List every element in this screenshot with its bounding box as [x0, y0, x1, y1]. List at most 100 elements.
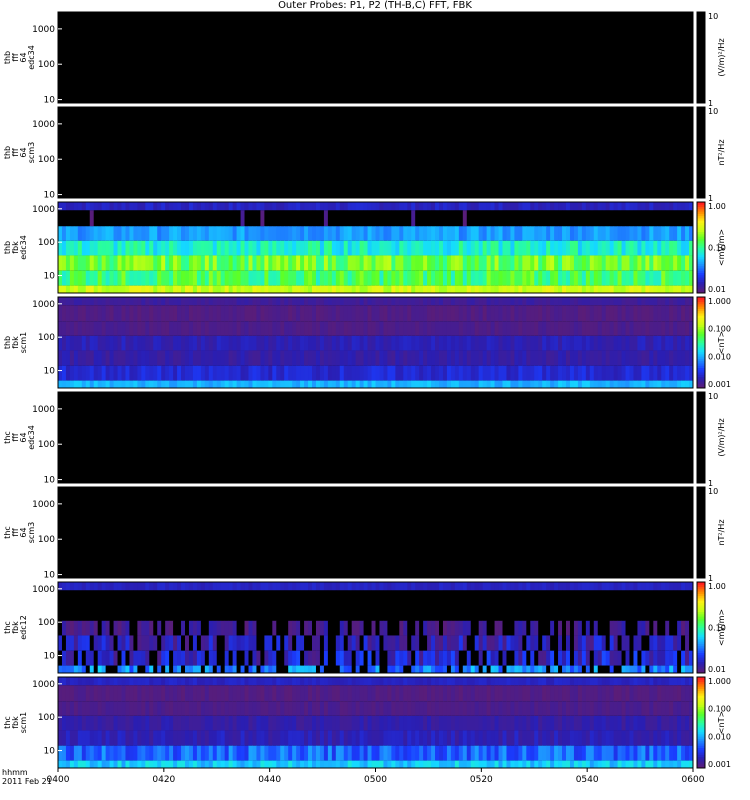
spectrogram-cell [637, 760, 642, 768]
spectrogram-cell [601, 701, 607, 716]
spectrogram-cell [331, 321, 337, 336]
spectrogram-cell [585, 210, 591, 227]
spectrogram-cell [427, 730, 432, 746]
spectrogram-cell [637, 701, 642, 716]
spectrogram-cell [478, 210, 484, 227]
spectrogram-cell [113, 730, 118, 746]
spectrogram-cell [121, 606, 126, 621]
spectrogram-cell [605, 380, 611, 388]
spectrogram-cell [296, 606, 301, 621]
spectrogram-cell [141, 210, 146, 227]
spectrogram-cell [343, 226, 349, 241]
spectrogram-cell [113, 590, 118, 607]
spectrogram-cell [133, 760, 138, 768]
spectrogram-cell [518, 677, 523, 686]
spectrogram-cell [637, 321, 642, 336]
spectrogram-cell [399, 380, 404, 388]
spectrogram-cell [177, 335, 182, 351]
spectrogram-cell [538, 620, 543, 636]
spectrogram-cell [272, 635, 277, 651]
spectrogram-cell [554, 285, 559, 293]
spectrogram-cell [244, 582, 249, 591]
spectrogram-cell [542, 715, 547, 731]
spectrogram-cell [490, 715, 495, 731]
spectrogram-cell [470, 380, 476, 388]
spectrogram-cell [530, 677, 535, 686]
spectrogram-cell [272, 701, 277, 716]
spectrogram-cell [685, 745, 690, 761]
spectrogram-cell [395, 226, 400, 241]
spectrogram-cell [268, 590, 273, 607]
spectrogram-cell [423, 226, 428, 241]
spectrogram-cell [355, 590, 361, 607]
spectrogram-cell [498, 620, 503, 636]
spectrogram-cell [188, 620, 194, 636]
spectrogram-cell [673, 760, 678, 768]
spectrogram-cell [232, 635, 237, 651]
spectrogram-cell [335, 701, 341, 716]
spectrogram-cell [188, 685, 194, 702]
spectrogram-cell [363, 685, 368, 702]
spectrogram-cell [232, 745, 237, 761]
spectrogram-cell [97, 335, 103, 351]
spectrogram-cell [522, 321, 527, 336]
spectrogram-cell [395, 677, 400, 686]
spectrogram-cell [399, 606, 404, 621]
spectrogram-cell [228, 240, 234, 256]
spectrogram-cell [625, 350, 630, 366]
spectrogram-cell [609, 210, 615, 227]
spectrogram-cell [212, 635, 218, 651]
spectrogram-cell [637, 677, 642, 686]
spectrogram-cell [637, 365, 642, 381]
spectrogram-cell [109, 730, 114, 746]
spectrogram-cell [264, 620, 269, 636]
spectrogram-cell [454, 701, 460, 716]
spectrogram-cell [625, 701, 630, 716]
spectrogram-cell [665, 380, 670, 388]
spectrogram-cell [375, 210, 380, 227]
spectrogram-cell [458, 701, 464, 716]
spectrogram-cell [367, 701, 372, 716]
spectrogram-cell [312, 677, 317, 686]
spectrogram-cell [157, 226, 162, 241]
spectrogram-cell [621, 297, 626, 306]
spectrogram-cell [312, 305, 317, 322]
spectrogram-cell [657, 226, 662, 241]
spectrogram-cell [228, 715, 234, 731]
spectrogram-cell [81, 285, 87, 293]
spectrogram-cell [319, 350, 325, 366]
spectrogram-cell [157, 650, 162, 666]
spectrogram-cell [331, 285, 337, 293]
spectrogram-cell [629, 255, 634, 271]
spectrogram-cell [407, 380, 412, 388]
spectrogram-cell [522, 745, 527, 761]
spectrogram-cell [165, 270, 170, 286]
spectrogram-cell [657, 715, 662, 731]
spectrogram-cell [577, 745, 583, 761]
spectrogram-cell [208, 240, 214, 256]
spectrogram-cell [605, 635, 611, 651]
spectrogram-cell [331, 255, 337, 271]
spectrogram-cell [121, 210, 126, 227]
spectrogram-cell [256, 226, 261, 241]
spectrogram-cell [478, 606, 484, 621]
spectrogram-cell [617, 226, 622, 241]
spectrogram-cell [208, 380, 214, 388]
spectrogram-cell [117, 620, 122, 636]
spectrogram-cell [458, 335, 464, 351]
spectrogram-cell [486, 365, 491, 381]
spectrogram-cell [355, 240, 361, 256]
spectrogram-cell [339, 635, 345, 651]
spectrogram-cell [573, 270, 579, 286]
spectrogram-cell [677, 685, 682, 702]
spectrogram-cell [85, 365, 91, 381]
y-tick-label: 100 [38, 155, 55, 165]
spectrogram-cell [276, 730, 281, 746]
spectrogram-cell [566, 305, 571, 322]
spectrogram-cell [188, 730, 194, 746]
spectrogram-cell [216, 701, 222, 716]
spectrogram-cell [589, 335, 595, 351]
spectrogram-cell [149, 685, 154, 702]
spectrogram-cell [73, 606, 79, 621]
spectrogram-cell [200, 760, 206, 768]
